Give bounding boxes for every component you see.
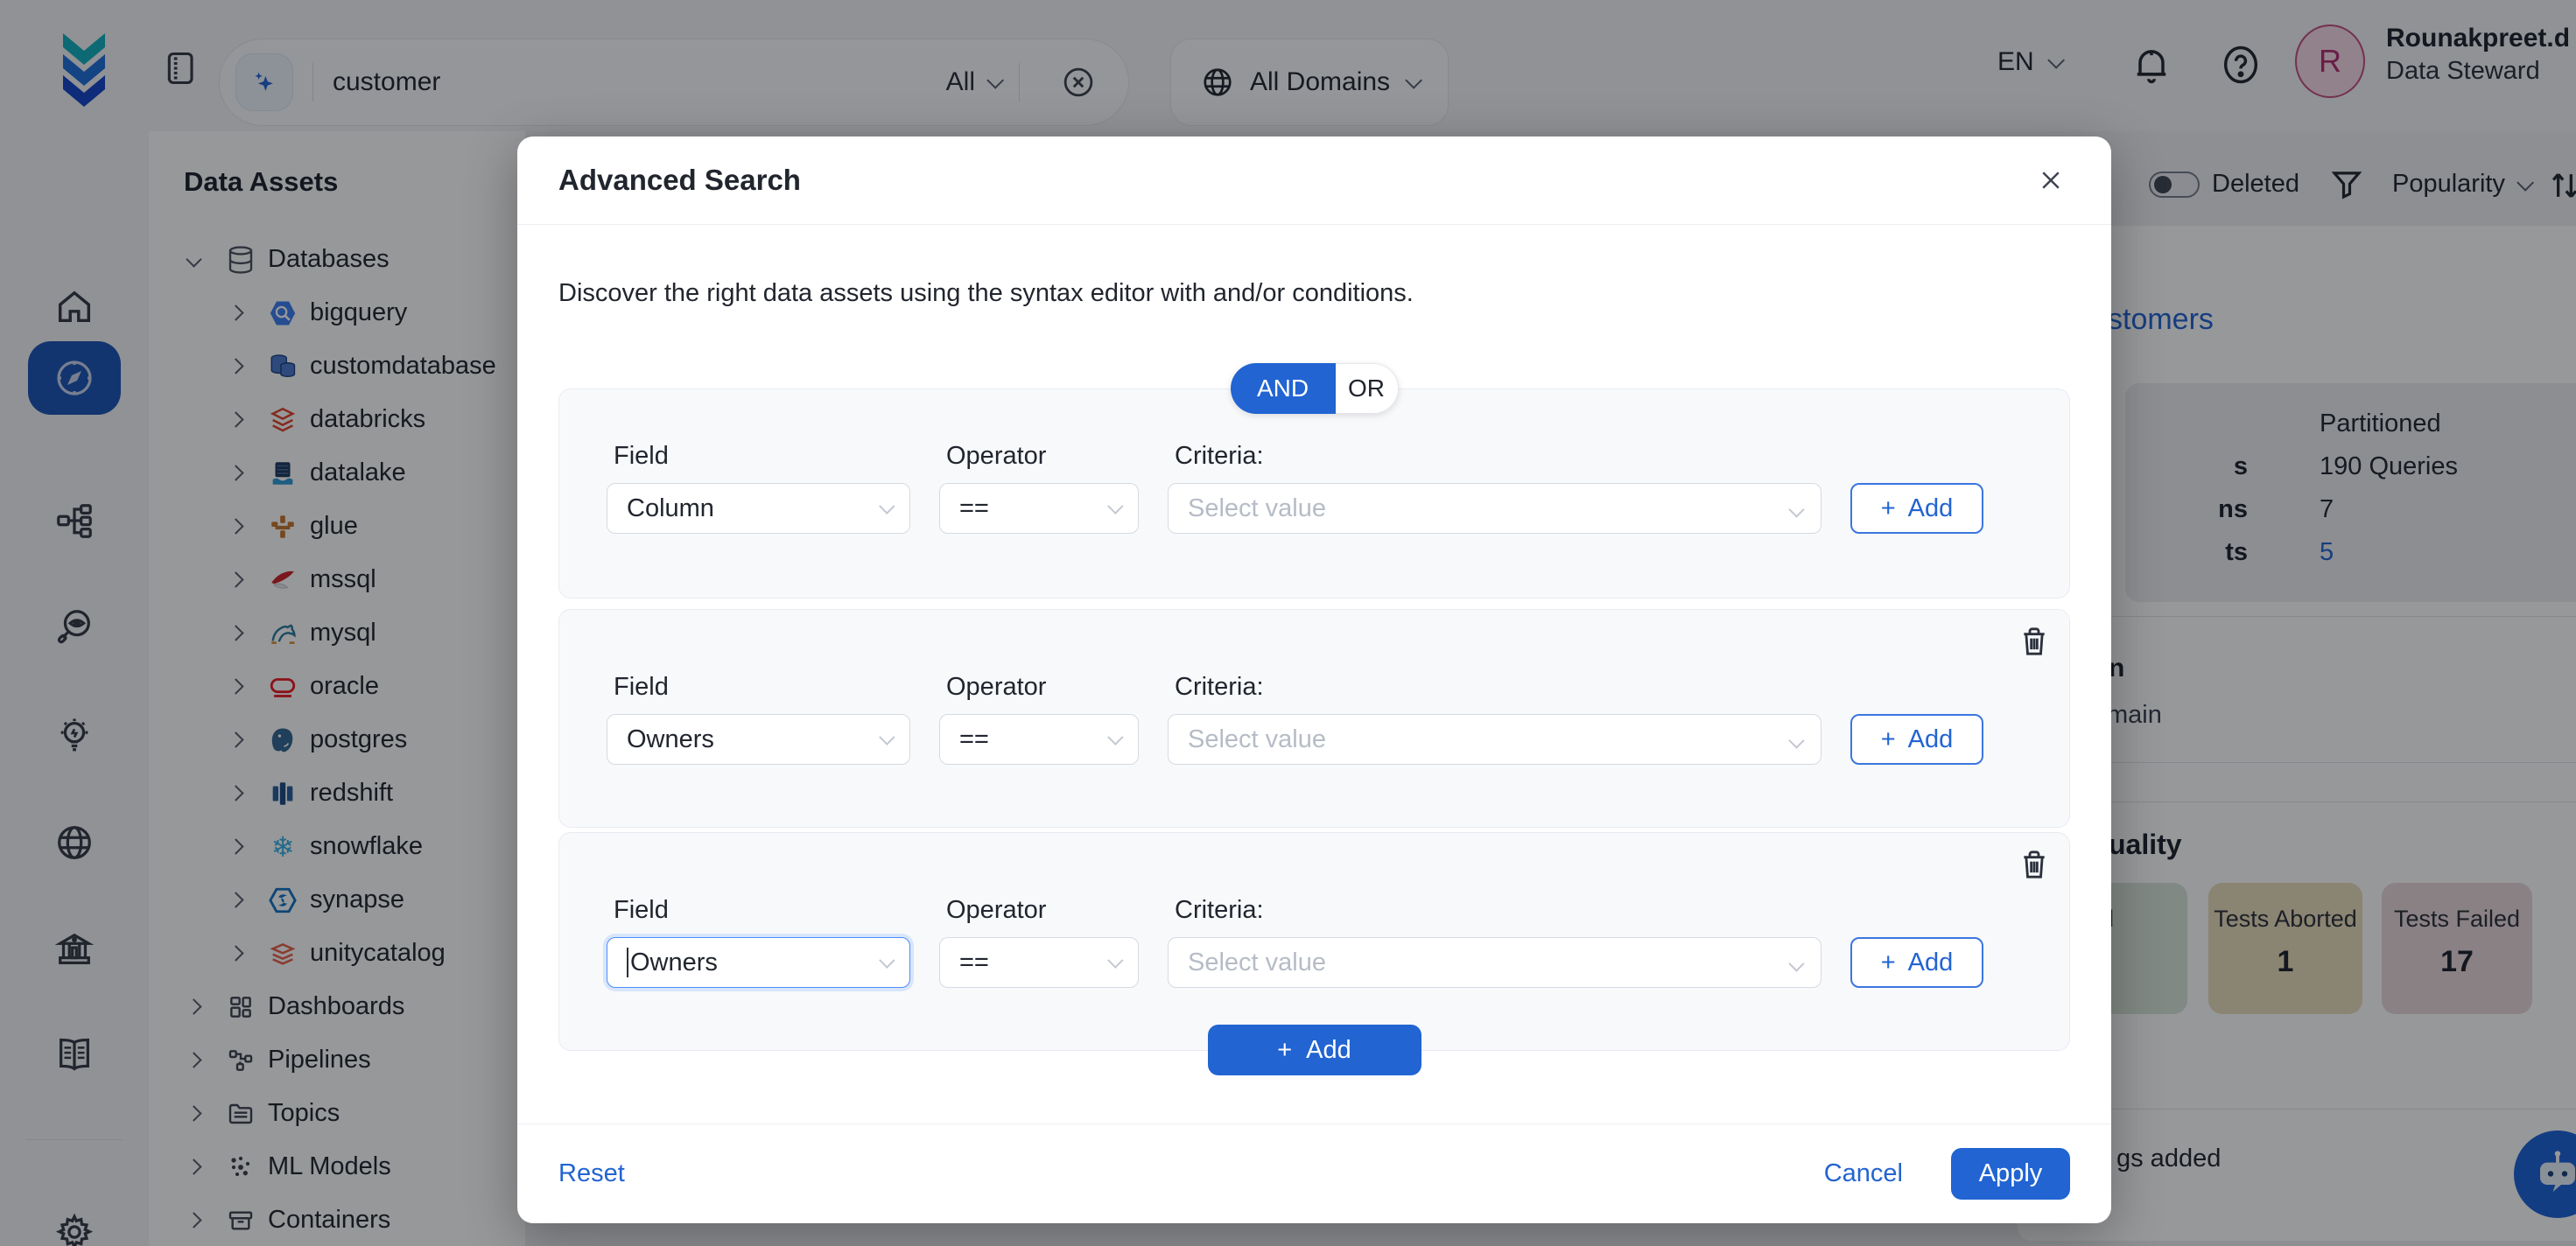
condition-box-2: Field Operator Criteria: Owners == bbox=[558, 609, 2070, 828]
chevron-down-icon bbox=[1107, 729, 1123, 745]
andor-toggle: AND OR bbox=[1231, 363, 1399, 414]
chevron-down-icon bbox=[879, 729, 895, 745]
criteria-label: Criteria: bbox=[1168, 442, 1821, 471]
operator-select[interactable]: == bbox=[939, 714, 1139, 765]
field-value: Column bbox=[627, 494, 714, 523]
text-cursor bbox=[627, 948, 628, 977]
criteria-input[interactable] bbox=[1168, 937, 1821, 988]
field-value: Owners bbox=[630, 948, 718, 977]
criteria-select[interactable] bbox=[1168, 714, 1821, 765]
modal-body: Discover the right data assets using the… bbox=[517, 279, 2111, 1051]
operator-label: Operator bbox=[939, 896, 1139, 925]
chevron-down-icon bbox=[1107, 952, 1123, 968]
cancel-button[interactable]: Cancel bbox=[1824, 1159, 1903, 1188]
field-select[interactable]: Column bbox=[607, 483, 910, 534]
delete-condition-icon[interactable] bbox=[2017, 847, 2052, 882]
operator-label: Operator bbox=[939, 442, 1139, 471]
operator-select[interactable]: == bbox=[939, 937, 1139, 988]
chevron-down-icon bbox=[1107, 498, 1123, 514]
or-button[interactable]: OR bbox=[1336, 363, 1399, 414]
field-select[interactable]: Owners bbox=[607, 714, 910, 765]
field-label: Field bbox=[607, 896, 910, 925]
conditions-area: AND OR Field Operator Criteria: Column bbox=[558, 388, 2070, 1051]
operator-value: == bbox=[959, 725, 989, 754]
field-select-focused[interactable]: Owners bbox=[607, 937, 910, 988]
field-label: Field bbox=[607, 442, 910, 471]
chevron-down-icon bbox=[879, 952, 895, 968]
add-condition-button[interactable]: + Add bbox=[1850, 483, 1983, 534]
criteria-input[interactable] bbox=[1168, 714, 1821, 765]
modal-title: Advanced Search bbox=[558, 164, 801, 197]
modal-description: Discover the right data assets using the… bbox=[558, 279, 2070, 308]
criteria-label: Criteria: bbox=[1168, 673, 1821, 702]
chevron-down-icon bbox=[879, 498, 895, 514]
operator-value: == bbox=[959, 494, 989, 523]
add-group-button[interactable]: + Add bbox=[1208, 1025, 1421, 1075]
close-icon[interactable] bbox=[2032, 161, 2070, 200]
reset-button[interactable]: Reset bbox=[558, 1159, 625, 1188]
condition-box-3: Field Operator Criteria: Owners == bbox=[558, 832, 2070, 1051]
plus-icon: + bbox=[1881, 725, 1896, 754]
plus-icon: + bbox=[1277, 1036, 1292, 1065]
advanced-search-modal: Advanced Search Discover the right data … bbox=[517, 136, 2111, 1223]
field-label: Field bbox=[607, 673, 910, 702]
delete-condition-icon[interactable] bbox=[2017, 624, 2052, 659]
plus-icon: + bbox=[1881, 494, 1896, 523]
apply-button[interactable]: Apply bbox=[1951, 1148, 2070, 1200]
add-condition-button[interactable]: + Add bbox=[1850, 937, 1983, 988]
criteria-select[interactable] bbox=[1168, 483, 1821, 534]
criteria-select[interactable] bbox=[1168, 937, 1821, 988]
field-value: Owners bbox=[627, 725, 714, 754]
criteria-input[interactable] bbox=[1168, 483, 1821, 534]
criteria-label: Criteria: bbox=[1168, 896, 1821, 925]
modal-footer: Reset Cancel Apply bbox=[517, 1124, 2111, 1223]
add-condition-button[interactable]: + Add bbox=[1850, 714, 1983, 765]
app-screen: All All Domains EN bbox=[0, 0, 2576, 1246]
operator-select[interactable]: == bbox=[939, 483, 1139, 534]
operator-label: Operator bbox=[939, 673, 1139, 702]
modal-header: Advanced Search bbox=[517, 136, 2111, 225]
operator-value: == bbox=[959, 948, 989, 977]
plus-icon: + bbox=[1881, 948, 1896, 977]
and-button[interactable]: AND bbox=[1231, 363, 1336, 414]
condition-box-1: Field Operator Criteria: Column == bbox=[558, 388, 2070, 598]
